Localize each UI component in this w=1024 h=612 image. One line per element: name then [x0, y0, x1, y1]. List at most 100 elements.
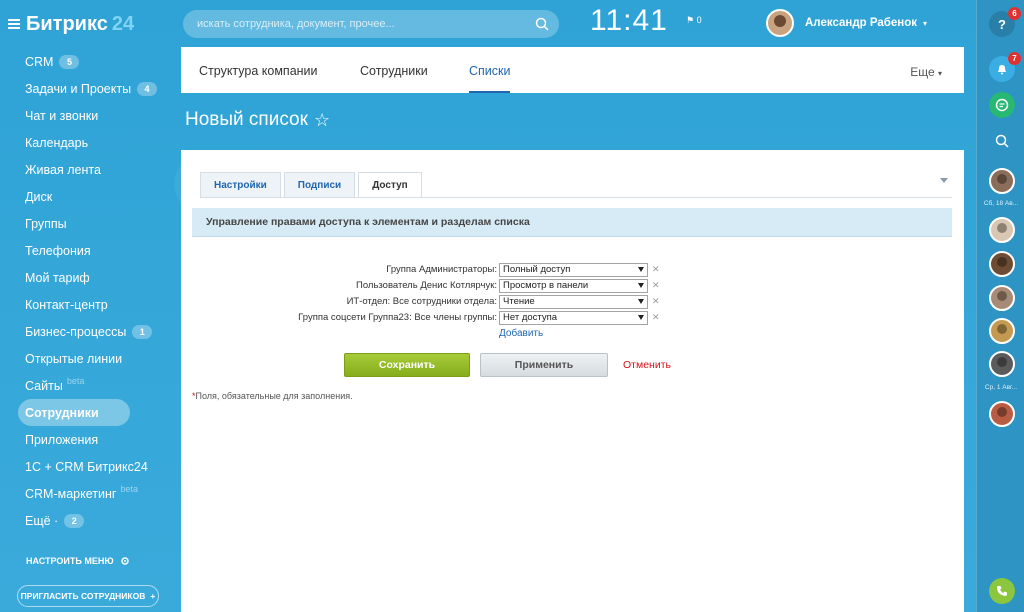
remove-icon[interactable]: ✕ — [652, 296, 660, 307]
permission-value: Нет доступа — [503, 312, 558, 323]
dropdown-arrow-icon — [638, 299, 644, 304]
sidebar-item-label: Контакт-центр — [25, 297, 108, 312]
sidebar-item-label: Задачи и Проекты — [25, 81, 132, 96]
notifications-button[interactable]: 7 — [989, 52, 1021, 82]
search-icon[interactable] — [995, 134, 1009, 148]
sidebar-item-18[interactable]: Ещё · 2 — [18, 507, 178, 534]
sidebar-item-9[interactable]: Мой тариф — [18, 264, 178, 291]
contact-avatar[interactable] — [989, 318, 1015, 344]
sidebar-item-label: Открытые линии — [25, 351, 123, 366]
user-name[interactable]: Александр Рабенок — [805, 17, 917, 29]
save-button[interactable]: Сохранить — [344, 353, 470, 377]
sidebar-item-2[interactable]: Задачи и Проекты 4 — [18, 75, 178, 102]
sidebar-item-12[interactable]: Открытые линии — [18, 345, 178, 372]
sidebar-item-11[interactable]: Бизнес-процессы 1 — [18, 318, 178, 345]
form-tabs: Настройки Подписи Доступ — [200, 172, 425, 198]
invite-employees-button[interactable]: ПРИГЛАСИТЬ СОТРУДНИКОВ + — [17, 585, 159, 607]
setup-menu-button[interactable]: НАСТРОИТЬ МЕНЮ — [26, 556, 130, 566]
section-header: Управление правами доступа к элементам и… — [192, 208, 952, 237]
star-icon[interactable]: ☆ — [314, 110, 330, 131]
tab-settings[interactable]: Настройки — [200, 172, 281, 197]
sidebar-item-label: Ещё · — [25, 513, 59, 528]
dropdown-arrow-icon — [638, 267, 644, 272]
cancel-button[interactable]: Отменить — [623, 359, 671, 371]
remove-icon[interactable]: ✕ — [652, 280, 660, 291]
sidebar-item-6[interactable]: Диск — [18, 183, 178, 210]
remove-icon[interactable]: ✕ — [652, 312, 660, 323]
counter-badge: 2 — [64, 513, 85, 528]
open-lines-button[interactable] — [989, 92, 1015, 118]
burger-menu-icon[interactable] — [8, 19, 20, 29]
sidebar-item-label: 1С + CRM Битрикс24 — [25, 459, 148, 474]
main-content: Настройки Подписи Доступ Управление прав… — [181, 150, 964, 612]
permission-row: Пользователь Денис Котлярчук: Просмотр в… — [181, 279, 964, 295]
search-bar[interactable] — [183, 10, 559, 38]
tab-lists[interactable]: Списки — [469, 47, 511, 93]
sidebar-item-16[interactable]: 1С + CRM Битрикс24 — [18, 453, 178, 480]
permission-row: Группа Администраторы: Полный доступ ✕ — [181, 263, 964, 279]
sidebar-item-label: Бизнес-процессы — [25, 324, 127, 339]
contact-avatar[interactable] — [989, 351, 1015, 377]
contact-avatar[interactable] — [989, 217, 1015, 243]
sidebar-item-label: Чат и звонки — [25, 108, 99, 123]
logo[interactable]: Битрикс 24 — [8, 10, 134, 38]
flag-icon: ⚑ — [686, 15, 695, 25]
permission-select[interactable]: Полный доступ — [499, 263, 648, 277]
remove-icon[interactable]: ✕ — [652, 264, 660, 275]
flag-counter[interactable]: ⚑ 0 — [686, 15, 702, 26]
help-button[interactable]: ? 6 — [989, 7, 1021, 37]
section-tabs-bar: Структура компании Сотрудники Списки Еще… — [181, 47, 964, 93]
sidebar-item-3[interactable]: Чат и звонки — [18, 102, 178, 129]
sidebar-item-label: Телефония — [25, 243, 91, 258]
avatar[interactable] — [766, 9, 794, 37]
chevron-down-icon[interactable]: ▾ — [923, 19, 927, 28]
add-permission-link[interactable]: Добавить — [499, 328, 543, 339]
user-menu[interactable]: Александр Рабенок ▾ — [766, 9, 927, 37]
apply-button[interactable]: Применить — [480, 353, 608, 377]
sidebar-item-4[interactable]: Календарь — [18, 129, 178, 156]
sidebar-item-10[interactable]: Контакт-центр — [18, 291, 178, 318]
contact-avatar[interactable] — [989, 285, 1015, 311]
sidebar-item-13[interactable]: Сайты beta — [18, 372, 178, 399]
permission-select[interactable]: Чтение — [499, 295, 648, 309]
phone-button[interactable] — [989, 578, 1015, 604]
tab-access[interactable]: Доступ — [358, 172, 422, 198]
permission-row: Группа соцсети Группа23: Все члены групп… — [181, 311, 964, 327]
contact-date: Сб, 18 Ав... — [983, 200, 1019, 207]
contact-avatar[interactable] — [989, 251, 1015, 277]
sidebar-item-14[interactable]: Сотрудники — [18, 399, 130, 426]
collapse-arrow-icon[interactable] — [940, 178, 948, 183]
sidebar-item-label: Приложения — [25, 432, 99, 447]
sidebar-item-label: CRM-маркетинг — [25, 486, 117, 501]
sidebar-item-8[interactable]: Телефония — [18, 237, 178, 264]
contact-date: Ср, 1 Авг... — [984, 384, 1018, 391]
sidebar-item-label: Сайты — [25, 378, 63, 393]
tab-captions[interactable]: Подписи — [283, 172, 356, 197]
setup-menu-label: НАСТРОИТЬ МЕНЮ — [26, 556, 114, 566]
right-rail: ? 6 7 Сб, 18 Ав... Ср, 1 Авг... — [976, 0, 1024, 612]
contact-avatar[interactable] — [989, 168, 1015, 194]
tab-employees[interactable]: Сотрудники — [360, 47, 428, 93]
sidebar-item-7[interactable]: Группы — [18, 210, 178, 237]
more-menu[interactable]: Еще ▾ — [910, 65, 942, 79]
clock[interactable]: 11:41 — [590, 4, 668, 38]
sidebar-item-17[interactable]: CRM-маркетинг beta — [18, 480, 178, 507]
sidebar-item-5[interactable]: Живая лента — [18, 156, 178, 183]
permission-value: Просмотр в панели — [503, 280, 589, 291]
dropdown-arrow-icon — [638, 315, 644, 320]
left-sidebar: Битрикс 24 CRM 5 Задачи и Проекты 4 Чат и зв… — [0, 0, 180, 612]
logo-number: 24 — [111, 12, 135, 35]
search-icon[interactable] — [535, 17, 549, 31]
sidebar-item-1[interactable]: CRM 5 — [18, 48, 178, 75]
counter-badge: 1 — [132, 324, 153, 339]
permission-select[interactable]: Нет доступа — [499, 311, 648, 325]
contact-avatar[interactable] — [989, 401, 1015, 427]
tab-company-structure[interactable]: Структура компании — [199, 47, 318, 93]
sidebar-item-15[interactable]: Приложения — [18, 426, 178, 453]
sidebar-menu: CRM 5 Задачи и Проекты 4 Чат и звонки Календа… — [18, 48, 178, 534]
plus-icon: + — [150, 591, 156, 601]
counter-badge: 4 — [137, 81, 158, 96]
permission-select[interactable]: Просмотр в панели — [499, 279, 648, 293]
search-input[interactable] — [183, 10, 523, 38]
phone-icon — [997, 586, 1007, 596]
